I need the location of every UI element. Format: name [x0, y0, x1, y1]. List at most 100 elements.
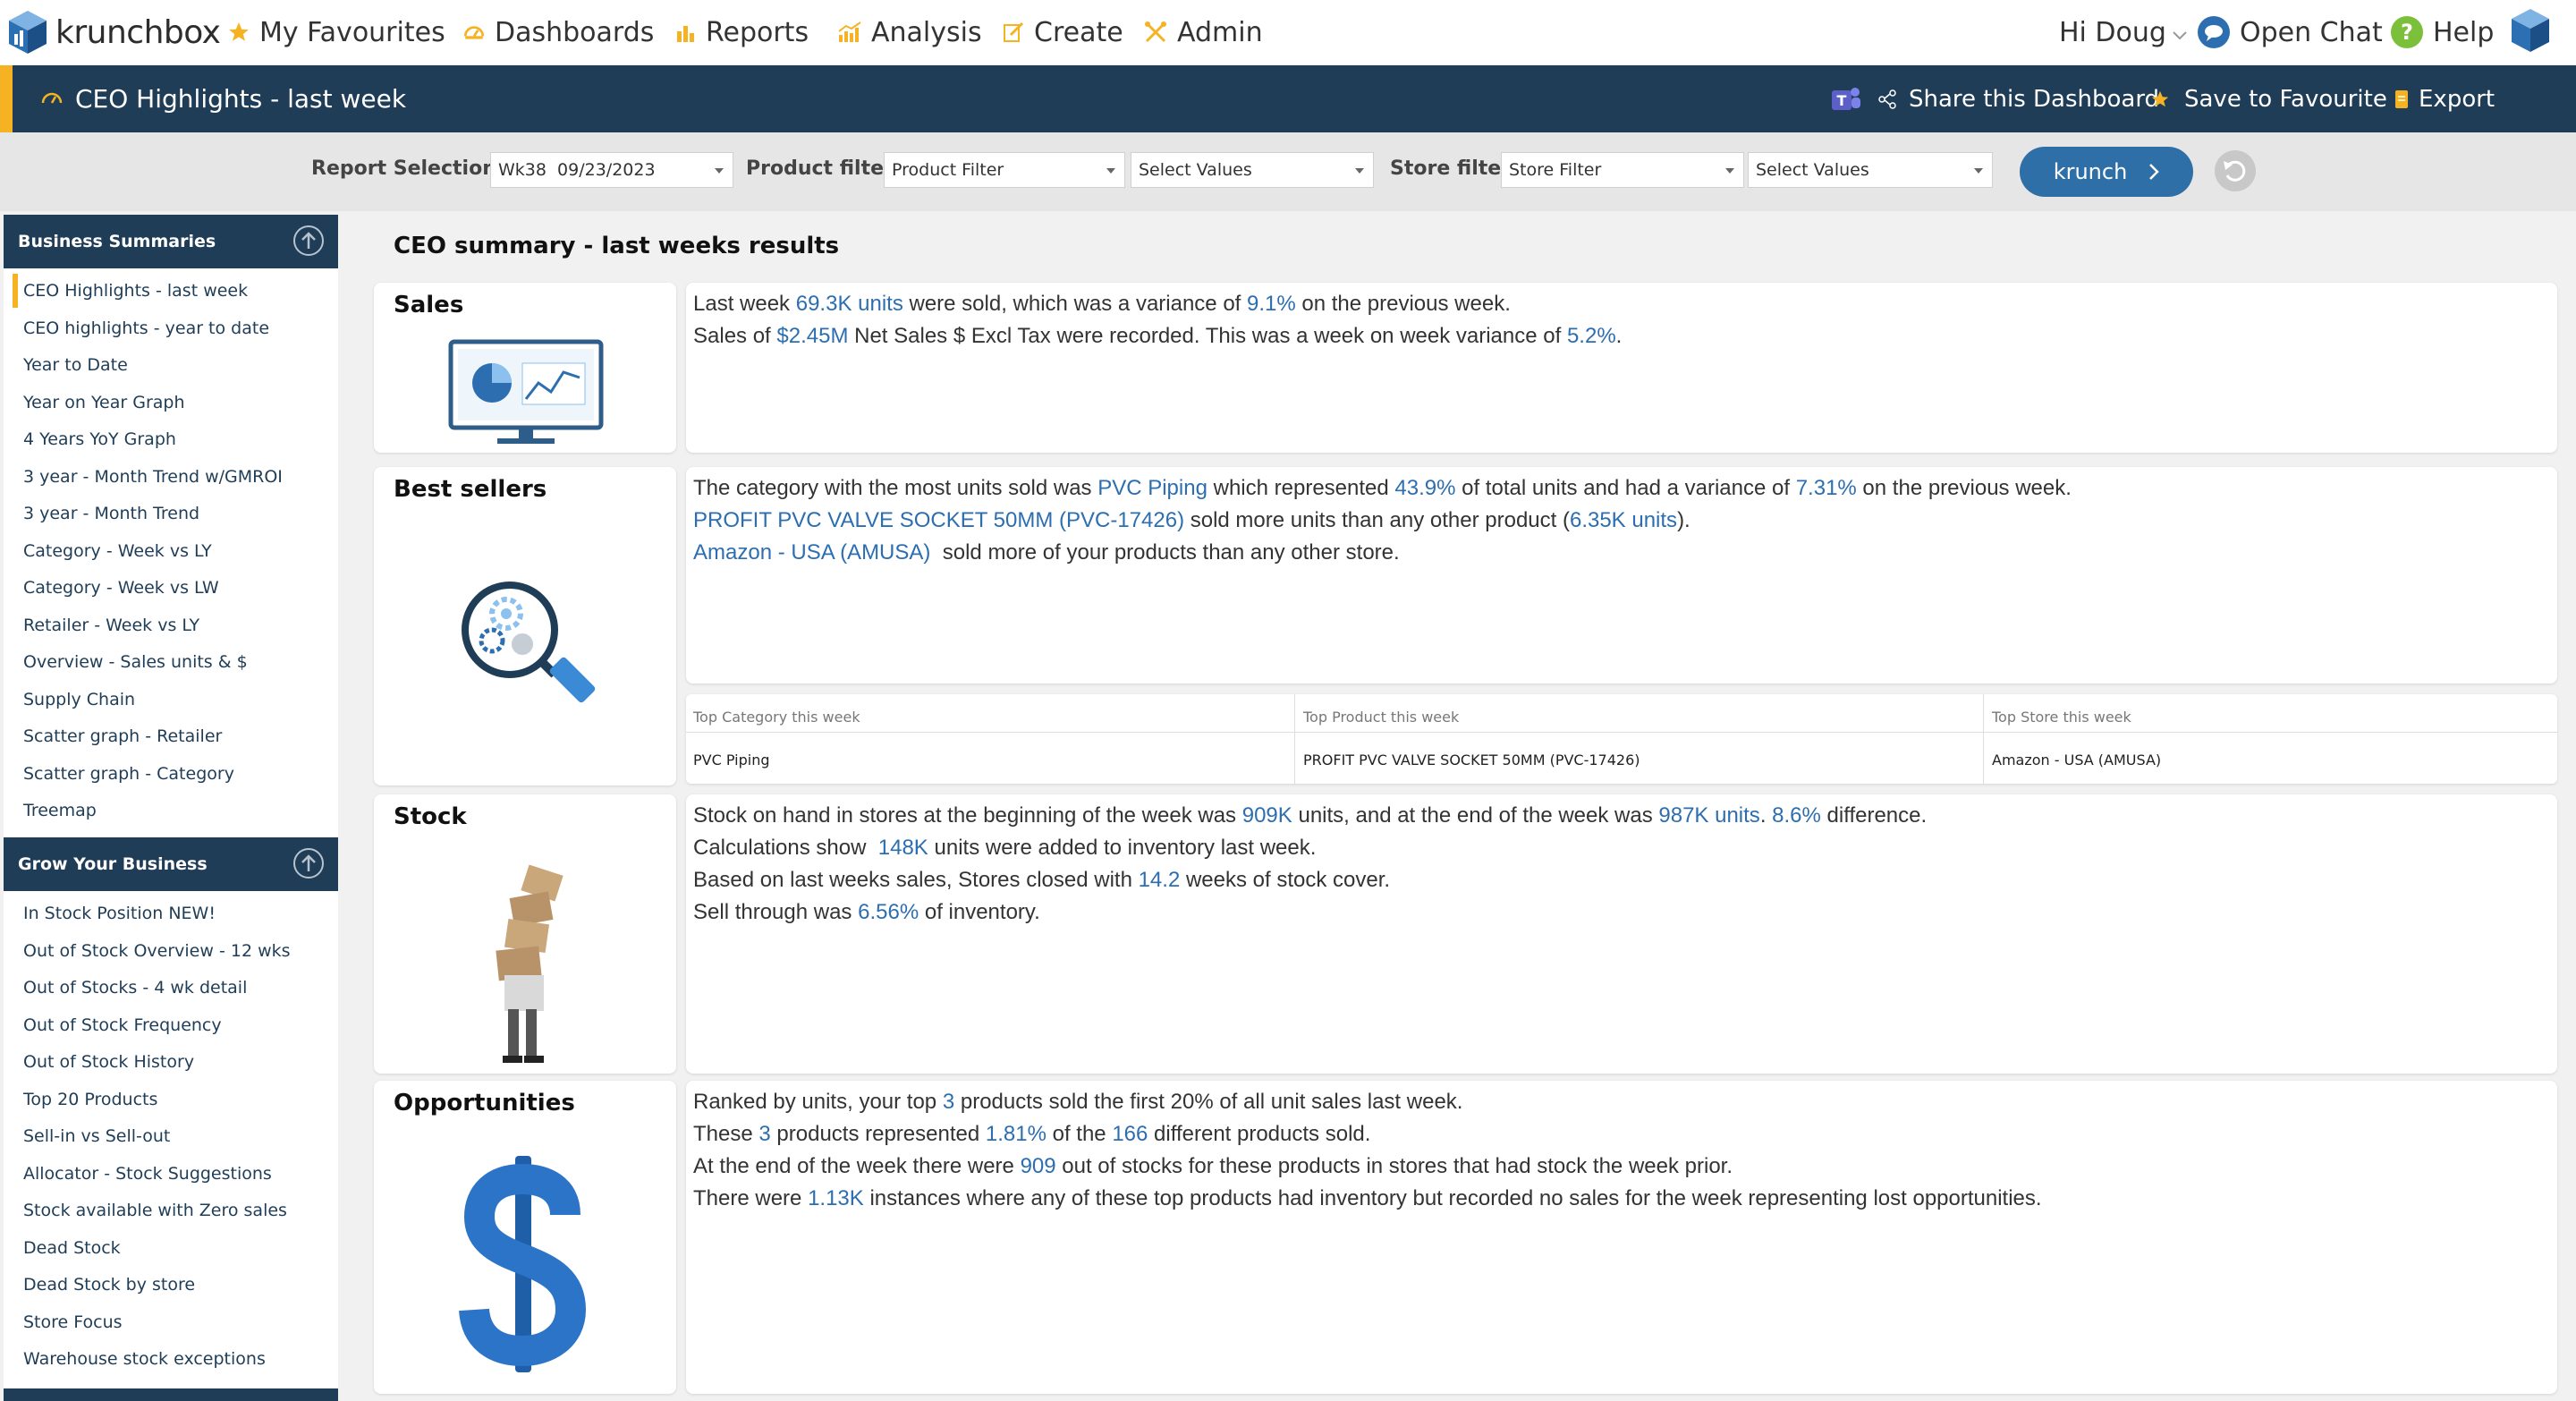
brand-logo[interactable]: krunchbox	[7, 7, 221, 57]
sidebar-item[interactable]: Year on Year Graph	[23, 393, 185, 412]
krunchbox-cube-icon[interactable]	[2510, 7, 2551, 58]
help-button[interactable]: ? Help	[2390, 13, 2494, 52]
text: products sold the first 20% of all unit …	[954, 1090, 1463, 1114]
store-filter-dropdown[interactable]: Store Filter	[1501, 152, 1744, 188]
help-label: Help	[2433, 16, 2495, 48]
save-favourite-button[interactable]: Save to Favourite	[2150, 65, 2387, 132]
sidebar-item[interactable]: Category - Week vs LW	[23, 578, 219, 598]
nav-label: My Favourites	[259, 16, 445, 48]
text: units, and at the end of the week was	[1292, 803, 1659, 828]
dashboard-title-bar: CEO Highlights - last week T Share this …	[0, 65, 2576, 132]
sidebar-item[interactable]: 4 Years YoY Graph	[23, 429, 176, 449]
product-filter-dropdown[interactable]: Product Filter	[884, 152, 1125, 188]
sidebar-item[interactable]: In Stock Position NEW!	[23, 904, 216, 923]
collapse-up-icon[interactable]	[293, 848, 324, 879]
sidebar-item[interactable]: 3 year - Month Trend	[23, 504, 199, 523]
sidebar-item[interactable]: Allocator - Stock Suggestions	[23, 1164, 272, 1184]
reset-button[interactable]	[2215, 150, 2256, 191]
value: 9.1%	[1247, 292, 1296, 316]
text: At the end of the week there were	[693, 1154, 1021, 1178]
sidebar-item[interactable]: Treemap	[23, 801, 97, 820]
sidebar-item[interactable]: Year to Date	[23, 355, 128, 375]
sidebar-item[interactable]: Dead Stock	[23, 1238, 121, 1258]
table-header: Top Store this week	[1992, 709, 2131, 726]
krunch-button[interactable]: krunch	[2020, 147, 2193, 197]
person-carrying-boxes-icon	[496, 864, 564, 1063]
sidebar-item[interactable]: Supply Chain	[23, 690, 135, 709]
sidebar: Business Summaries CEO Highlights - last…	[4, 215, 339, 1401]
text: products represented	[770, 1122, 986, 1146]
table-cell: PVC Piping	[693, 751, 770, 768]
share-dashboard-button[interactable]: Share this Dashboard	[1878, 65, 2159, 132]
opp-line-1: Ranked by units, your top 3 products sol…	[693, 1090, 1462, 1115]
nav-my-favourites[interactable]: My Favourites	[227, 13, 445, 52]
text: Calculations show	[693, 836, 878, 860]
report-selection-label: Report Selection:	[311, 157, 504, 180]
section-business-summaries[interactable]: Business Summaries	[4, 215, 338, 268]
text: units were added to inventory last week.	[928, 836, 1317, 860]
text: of the	[1046, 1122, 1113, 1146]
filter-bar: Report Selection: Wk38 09/23/2023 Produc…	[0, 132, 2576, 211]
best-line-1: The category with the most units sold wa…	[693, 476, 2072, 501]
caret-down-icon	[1725, 168, 1734, 174]
nav-create[interactable]: Create	[1002, 13, 1123, 52]
share-label: Share this Dashboard	[1909, 85, 2160, 113]
document-icon	[2394, 89, 2410, 110]
sidebar-item[interactable]: Overview - Sales units & $	[23, 652, 248, 672]
sidebar-item[interactable]: Out of Stock History	[23, 1052, 194, 1072]
sidebar-item[interactable]: Category - Week vs LY	[23, 541, 212, 561]
sidebar-item[interactable]: CEO highlights - year to date	[23, 318, 269, 338]
value: 3	[942, 1090, 955, 1114]
text: Ranked by units, your top	[693, 1090, 943, 1114]
text: different products sold.	[1148, 1122, 1371, 1146]
nav-dashboards[interactable]: Dashboards	[462, 13, 654, 52]
next-section-header[interactable]	[4, 1388, 338, 1401]
sidebar-item[interactable]: Retailer - Week vs LY	[23, 616, 199, 635]
opp-line-4: There were 1.13K instances where any of …	[693, 1186, 2042, 1211]
sidebar-item[interactable]: Top 20 Products	[23, 1090, 157, 1109]
sidebar-item[interactable]: Sell-in vs Sell-out	[23, 1126, 170, 1146]
store-values-dropdown[interactable]: Select Values	[1748, 152, 1993, 188]
nav-analysis[interactable]: Analysis	[837, 13, 982, 52]
sidebar-item[interactable]: Dead Stock by store	[23, 1275, 195, 1295]
store-values-value: Select Values	[1756, 160, 1869, 180]
sidebar-item[interactable]: Out of Stock Frequency	[23, 1015, 222, 1035]
text: ).	[1677, 508, 1690, 532]
user-menu[interactable]: Hi Doug	[2059, 13, 2188, 52]
product-values-dropdown[interactable]: Select Values	[1131, 152, 1374, 188]
table-header: Top Product this week	[1303, 709, 1460, 726]
text: These	[693, 1122, 759, 1146]
export-button[interactable]: Export	[2394, 65, 2495, 132]
dashboard-icon	[462, 21, 486, 44]
section-grow-your-business[interactable]: Grow Your Business	[4, 837, 338, 891]
svg-text:T: T	[1837, 92, 1847, 109]
text: Based on last weeks sales, Stores closed…	[693, 868, 1139, 892]
stock-heading: Stock	[394, 803, 467, 830]
nav-label: Analysis	[871, 16, 982, 48]
nav-admin[interactable]: Admin	[1143, 13, 1263, 52]
sidebar-item[interactable]: Warehouse stock exceptions	[23, 1349, 266, 1369]
nav-reports[interactable]: Reports	[675, 13, 809, 52]
sidebar-item[interactable]: Out of Stocks - 4 wk detail	[23, 978, 247, 998]
text: Last week	[693, 292, 796, 316]
sidebar-item[interactable]: Out of Stock Overview - 12 wks	[23, 941, 291, 961]
opp-line-3: At the end of the week there were 909 ou…	[693, 1154, 1733, 1179]
sidebar-item[interactable]: CEO Highlights - last week	[23, 281, 248, 301]
sales-card-header: Sales	[374, 283, 676, 453]
export-label: Export	[2419, 85, 2496, 113]
collapse-up-icon[interactable]	[293, 225, 324, 256]
open-chat-button[interactable]: Open Chat	[2197, 13, 2383, 52]
dollar-sign-icon	[459, 1156, 587, 1372]
teams-icon[interactable]: T	[1830, 65, 1862, 132]
text: .	[1615, 324, 1623, 348]
sidebar-item[interactable]: 3 year - Month Trend w/GMROI	[23, 467, 283, 487]
sidebar-item[interactable]: Scatter graph - Category	[23, 764, 234, 784]
sidebar-item[interactable]: Store Focus	[23, 1312, 123, 1332]
value: PROFIT PVC VALVE SOCKET 50MM (PVC-17426)	[693, 508, 1185, 532]
report-selection-dropdown[interactable]: Wk38 09/23/2023	[490, 152, 733, 188]
open-chat-label: Open Chat	[2240, 16, 2383, 48]
product-filter-value: Product Filter	[892, 160, 1004, 180]
sidebar-item[interactable]: Scatter graph - Retailer	[23, 726, 222, 746]
sidebar-item[interactable]: Stock available with Zero sales	[23, 1201, 287, 1220]
opportunities-heading: Opportunities	[394, 1090, 575, 1117]
